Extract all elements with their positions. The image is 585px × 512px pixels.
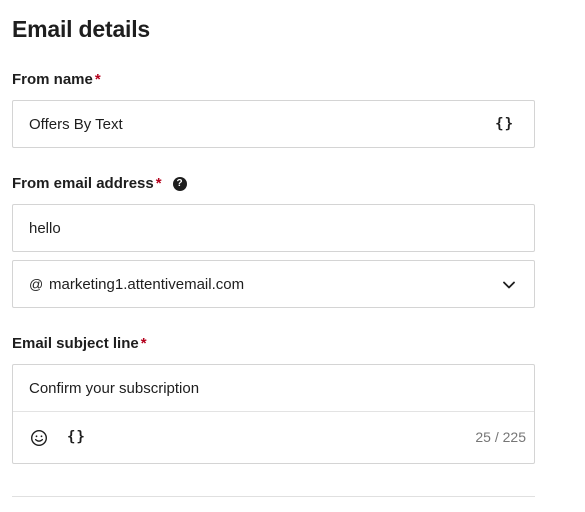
from-email-local-input[interactable]: hello [12, 204, 535, 252]
section-title: Email details [12, 16, 151, 42]
question-circle-icon[interactable]: ? [172, 176, 187, 191]
from-email-label-text: From email address [12, 175, 154, 192]
subject-label: Email subject line * [12, 335, 147, 352]
domain-value: marketing1.attentivemail.com [49, 276, 245, 293]
from-email-label: From email address * ? [12, 175, 187, 192]
required-mark: * [94, 71, 101, 88]
section-divider [12, 496, 535, 497]
personalization-braces-icon[interactable]: {} [495, 116, 514, 132]
from-name-label-text: From name [12, 71, 93, 88]
from-name-value: Offers By Text [29, 116, 123, 133]
editor-divider [13, 411, 534, 412]
subject-value[interactable]: Confirm your subscription [29, 380, 199, 397]
subject-label-text: Email subject line [12, 335, 139, 352]
from-email-local-value: hello [29, 220, 61, 237]
chevron-down-icon[interactable] [502, 278, 516, 292]
at-symbol: @ [29, 276, 44, 292]
personalization-braces-icon[interactable]: {} [67, 429, 86, 445]
from-email-domain-select[interactable]: @ marketing1.attentivemail.com [12, 260, 535, 308]
from-name-input[interactable]: Offers By Text {} [12, 100, 535, 148]
required-mark: * [155, 175, 162, 192]
subject-editor[interactable]: Confirm your subscription {} 25 / 225 [12, 364, 535, 464]
email-details-panel: Email details From name * Offers By Text… [0, 0, 585, 512]
required-mark: * [140, 335, 147, 352]
smiley-icon[interactable] [30, 429, 48, 447]
character-counter: 25 / 225 [475, 429, 526, 445]
from-name-label: From name * [12, 71, 101, 88]
